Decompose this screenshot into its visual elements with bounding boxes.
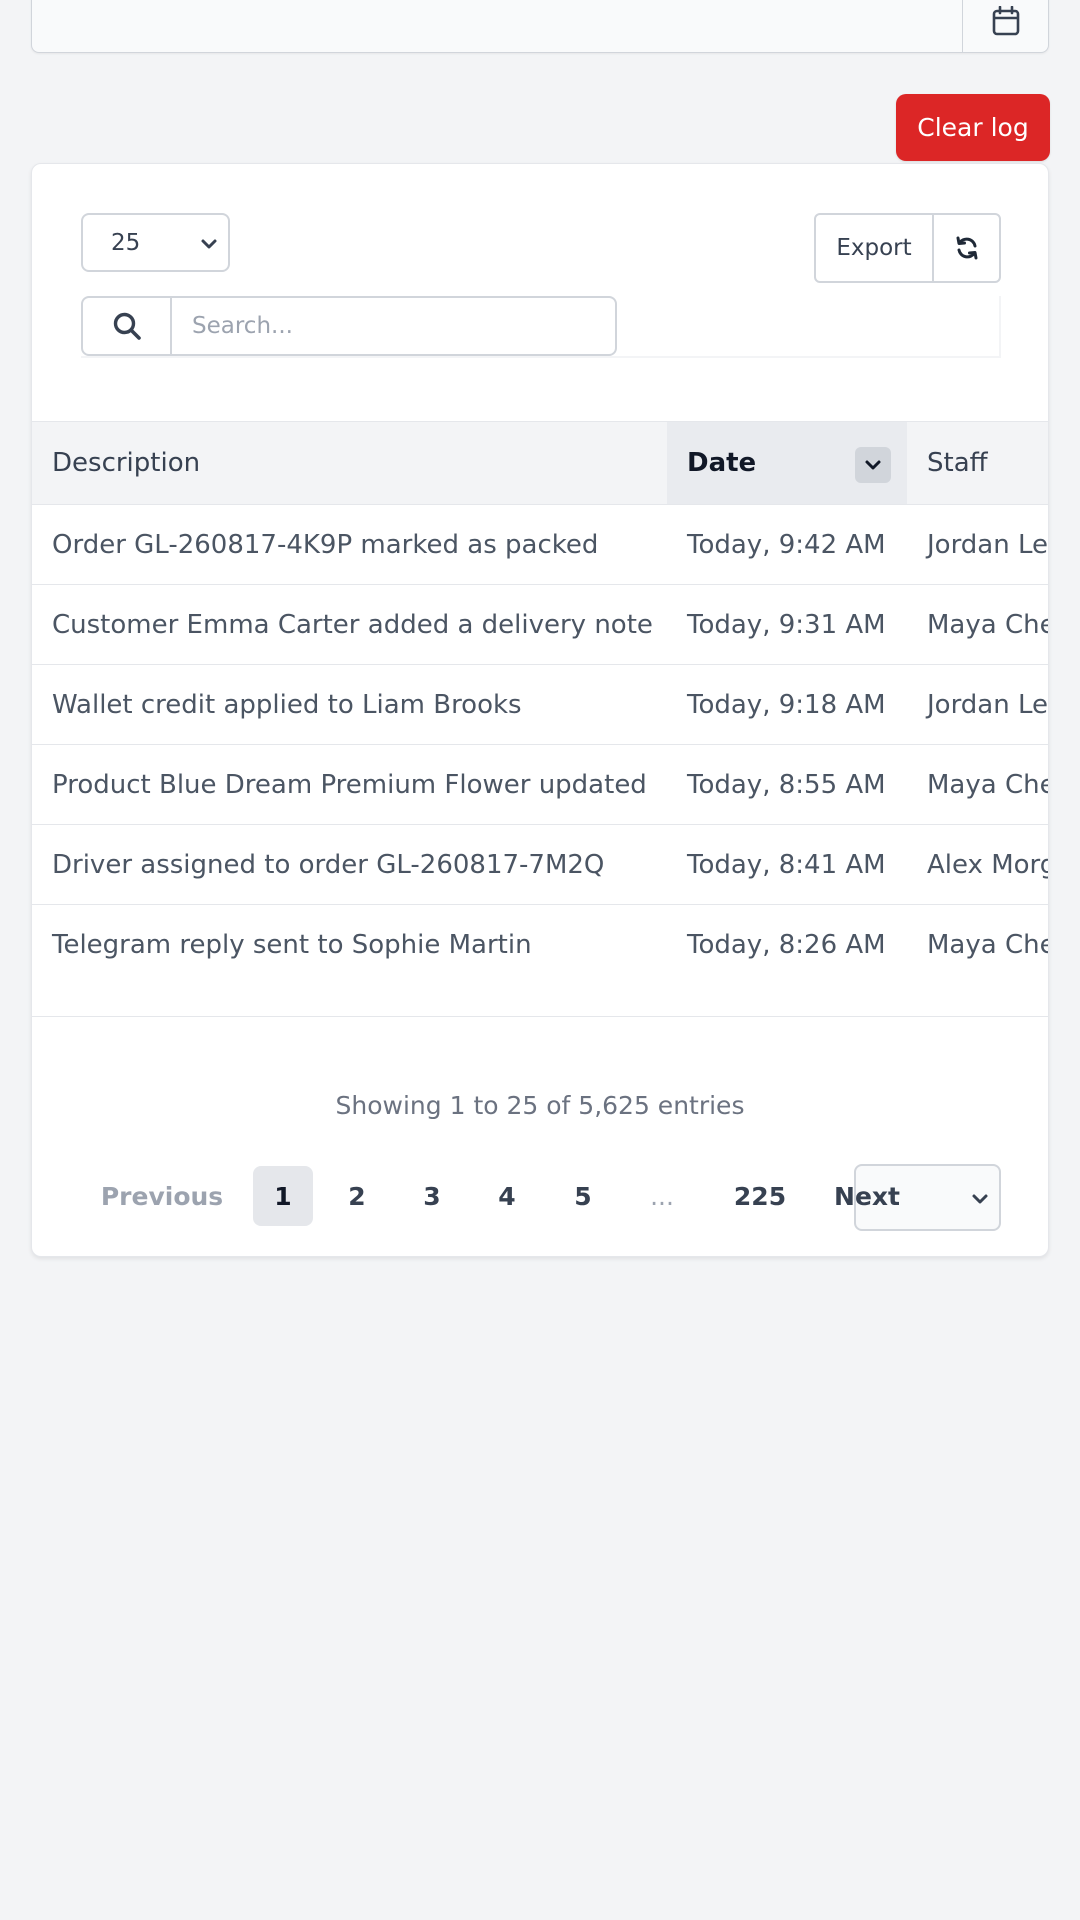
date-filter	[31, 0, 1049, 53]
cell-date: Today, 8:55 AM	[687, 769, 886, 800]
page-button-4[interactable]: 4	[482, 1166, 532, 1226]
cell-staff: Maya Chen	[927, 609, 1048, 640]
search-icon	[113, 312, 141, 340]
calendar-button[interactable]	[962, 0, 1048, 52]
table-row[interactable]: Product Blue Dream Premium Flower update…	[32, 745, 1048, 825]
calendar-icon	[992, 6, 1019, 36]
cell-staff: Jordan Lee	[927, 529, 1049, 560]
next-page-button[interactable]: Next	[822, 1166, 912, 1226]
search-input[interactable]	[170, 296, 617, 356]
column-staff[interactable]: Staff	[907, 422, 1048, 505]
refresh-button[interactable]	[934, 215, 999, 281]
cell-staff: Jordan Lee	[927, 689, 1049, 720]
cell-date: Today, 8:41 AM	[687, 849, 886, 880]
cell-date: Today, 9:18 AM	[687, 689, 886, 720]
cell-description: Telegram reply sent to Sophie Martin	[52, 929, 532, 960]
cell-staff: Alex Morgan	[927, 849, 1048, 880]
cell-description: Wallet credit applied to Liam Brooks	[52, 689, 522, 720]
table-footer-divider	[32, 1016, 1048, 1017]
column-description[interactable]: Description	[32, 422, 667, 505]
activity-log-card: 25 Export Description	[31, 163, 1049, 1257]
page-button-2[interactable]: 2	[332, 1166, 382, 1226]
page-button-1[interactable]: 1	[253, 1166, 313, 1226]
activity-table: Description Date Staff Order GL-260817-4…	[32, 421, 1049, 985]
chevron-down-icon	[865, 460, 881, 470]
cell-date: Today, 8:26 AM	[687, 929, 886, 960]
cell-date: Today, 9:31 AM	[687, 609, 886, 640]
chevron-down-icon	[972, 1194, 988, 1204]
table-header-row: Description Date Staff	[32, 421, 1048, 505]
table-row[interactable]: Driver assigned to order GL-260817-7M2Q …	[32, 825, 1048, 905]
cell-description: Product Blue Dream Premium Flower update…	[52, 769, 647, 800]
table-row[interactable]: Customer Emma Carter added a delivery no…	[32, 585, 1048, 665]
page-button-5[interactable]: 5	[558, 1166, 608, 1226]
pagination-summary: Showing 1 to 25 of 5,625 entries	[335, 1091, 745, 1120]
refresh-icon	[956, 236, 977, 260]
page-size-select[interactable]: 25	[81, 213, 230, 272]
page-button-last[interactable]: 225	[720, 1166, 800, 1226]
cell-staff: Maya Chen	[927, 769, 1048, 800]
column-date-label: Date	[687, 448, 757, 478]
cell-date: Today, 9:42 AM	[687, 529, 886, 560]
chevron-down-icon	[201, 239, 217, 249]
export-toolbar: Export	[814, 213, 1001, 283]
page-size-value: 25	[111, 229, 141, 256]
table-row[interactable]: Wallet credit applied to Liam Brooks Tod…	[32, 665, 1049, 745]
search-button[interactable]	[81, 296, 172, 356]
table-row[interactable]: Order GL-260817-4K9P marked as packed To…	[32, 505, 1049, 585]
pagination: Previous 1 2 3 4 5 ... 225 Next	[32, 1160, 1048, 1231]
page-button-3[interactable]: 3	[407, 1166, 457, 1226]
cell-description: Customer Emma Carter added a delivery no…	[52, 609, 653, 640]
cell-description: Driver assigned to order GL-260817-7M2Q	[52, 849, 605, 880]
pagination-ellipsis: ...	[650, 1181, 674, 1211]
cell-description: Order GL-260817-4K9P marked as packed	[52, 529, 599, 560]
date-range-input[interactable]	[32, 0, 962, 52]
cell-staff: Maya Chen	[927, 929, 1048, 960]
previous-page-button[interactable]: Previous	[101, 1166, 223, 1226]
sort-button[interactable]	[855, 447, 891, 483]
export-button[interactable]: Export	[816, 215, 934, 281]
table-row[interactable]: Telegram reply sent to Sophie Martin Tod…	[32, 905, 1048, 985]
search-bar	[81, 296, 1001, 358]
clear-log-button[interactable]: Clear log	[896, 94, 1050, 161]
column-date[interactable]: Date	[667, 421, 907, 505]
